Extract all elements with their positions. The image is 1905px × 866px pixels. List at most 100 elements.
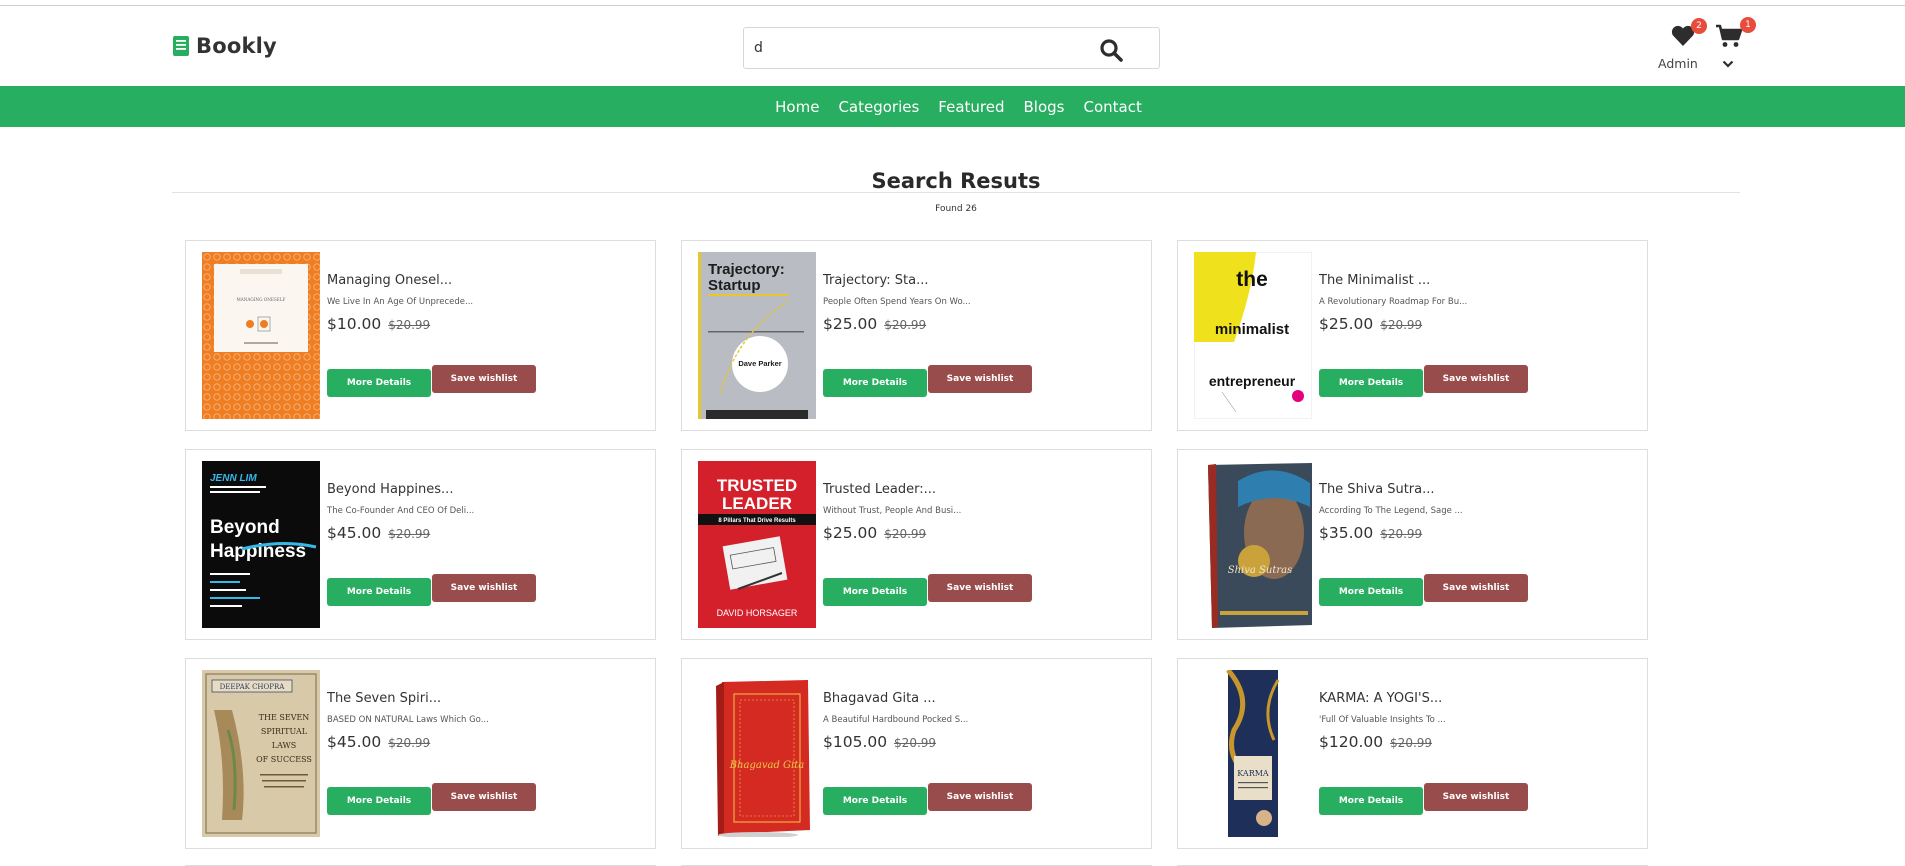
cart-icon[interactable] [1715, 23, 1743, 49]
book-cover[interactable]: TRUSTED LEADER 8 Pillars That Drive Resu… [698, 461, 816, 628]
book-cover[interactable]: the minimalist entrepreneur [1194, 252, 1312, 419]
book-cover[interactable]: JENN LIM Beyond Happiness [202, 461, 320, 628]
book-description: A Beautiful Hardbound Pocked S... [823, 715, 969, 725]
more-details-button[interactable]: More Details [823, 369, 927, 397]
old-price: $20.99 [388, 736, 431, 750]
book-title[interactable]: The Shiva Sutra... [1319, 482, 1639, 497]
nav-categories[interactable]: Categories [838, 98, 919, 116]
nav-home[interactable]: Home [775, 98, 819, 116]
old-price: $20.99 [1380, 318, 1423, 332]
book-price: $10.00 $20.99 [327, 315, 647, 333]
current-price: $120.00 [1319, 733, 1384, 751]
book-cover[interactable]: DEEPAK CHOPRA THE SEVEN SPIRITUAL LAWS O… [202, 670, 320, 837]
more-details-button[interactable]: More Details [823, 578, 927, 606]
old-price: $20.99 [894, 736, 937, 750]
brand-name: Bookly [196, 34, 277, 58]
book-title[interactable]: Bhagavad Gita ... [823, 691, 1143, 706]
save-wishlist-button[interactable]: Save wishlist [928, 365, 1032, 393]
cover-title: entrepreneur [1209, 373, 1296, 389]
cover-title: Startup [708, 277, 761, 294]
book-description: We Live In An Age Of Unprecede... [327, 297, 474, 307]
more-details-button[interactable]: More Details [1319, 369, 1423, 397]
main-nav: Home Categories Featured Blogs Contact [0, 86, 1905, 127]
book-card: DEEPAK CHOPRA THE SEVEN SPIRITUAL LAWS O… [185, 658, 656, 849]
cover-title: the [1236, 268, 1268, 291]
save-wishlist-button[interactable]: Save wishlist [928, 783, 1032, 811]
book-card: JENN LIM Beyond Happiness Beyond Happine… [185, 449, 656, 640]
cover-title: Shiva Sutras [1228, 565, 1292, 576]
nav-contact[interactable]: Contact [1084, 98, 1142, 116]
bhagavad-gita-cover: Bhagavad Gita [698, 670, 816, 837]
book-info: The Minimalist ... A Revolutionary Roadm… [1319, 273, 1639, 333]
cart-count-badge: 1 [1740, 17, 1756, 33]
book-price: $25.00 $20.99 [823, 315, 1143, 333]
cover-title: LAWS [272, 741, 296, 750]
book-card: Shiva Sutras The Shiva Sutra... Accordin… [1177, 449, 1648, 640]
nav-featured[interactable]: Featured [938, 98, 1004, 116]
book-cover[interactable]: KARMA [1194, 670, 1312, 837]
nav-blogs[interactable]: Blogs [1024, 98, 1065, 116]
old-price: $20.99 [1380, 527, 1423, 541]
cover-title: LEADER [722, 494, 792, 513]
book-cover[interactable]: Shiva Sutras [1194, 461, 1312, 628]
book-info: Bhagavad Gita ... A Beautiful Hardbound … [823, 691, 1143, 751]
search-input[interactable] [754, 36, 1094, 60]
book-card: the minimalist entrepreneur The Minimali… [1177, 240, 1648, 431]
save-wishlist-button[interactable]: Save wishlist [928, 574, 1032, 602]
more-details-button[interactable]: More Details [327, 578, 431, 606]
book-cover[interactable]: MANAGING ONESELF [202, 252, 320, 419]
save-wishlist-button[interactable]: Save wishlist [1424, 574, 1528, 602]
book-title[interactable]: The Minimalist ... [1319, 273, 1639, 288]
save-wishlist-button[interactable]: Save wishlist [1424, 365, 1528, 393]
book-card: MANAGING ONESELF Managing Onesel... We L… [185, 240, 656, 431]
karma-cover: KARMA [1194, 670, 1312, 837]
book-title[interactable]: Trusted Leader:... [823, 482, 1143, 497]
cover-title: Beyond [210, 517, 280, 538]
beyond-happiness-cover: JENN LIM Beyond Happiness [202, 461, 320, 628]
current-price: $45.00 [327, 524, 382, 542]
more-details-button[interactable]: More Details [327, 787, 431, 815]
book-description: According To The Legend, Sage ... [1319, 506, 1463, 516]
chevron-down-icon[interactable] [1722, 60, 1734, 68]
brand-logo[interactable]: Bookly [172, 34, 277, 58]
search-icon[interactable] [1099, 38, 1123, 62]
more-details-button[interactable]: More Details [823, 787, 927, 815]
more-details-button[interactable]: More Details [1319, 787, 1423, 815]
book-icon [173, 36, 189, 56]
save-wishlist-button[interactable]: Save wishlist [432, 783, 536, 811]
save-wishlist-button[interactable]: Save wishlist [1424, 783, 1528, 811]
book-cover[interactable]: Trajectory: Startup Dave Parker [698, 252, 816, 419]
save-wishlist-button[interactable]: Save wishlist [432, 365, 536, 393]
cover-title: KARMA [1237, 769, 1269, 778]
save-wishlist-button[interactable]: Save wishlist [432, 574, 536, 602]
book-info: Trajectory: Sta... People Often Spend Ye… [823, 273, 1143, 333]
more-details-button[interactable]: More Details [1319, 578, 1423, 606]
current-price: $45.00 [327, 733, 382, 751]
current-price: $25.00 [823, 524, 878, 542]
managing-oneself-cover: MANAGING ONESELF [202, 252, 320, 419]
cover-subtitle: 8 Pillars That Drive Results [718, 518, 796, 524]
book-cover[interactable]: Bhagavad Gita [698, 670, 816, 837]
book-title[interactable]: Managing Onesel... [327, 273, 647, 288]
book-price: $45.00 $20.99 [327, 524, 647, 542]
book-title[interactable]: KARMA: A YOGI'S... [1319, 691, 1639, 706]
wishlist-count-badge: 2 [1691, 18, 1707, 34]
old-price: $20.99 [884, 527, 927, 541]
old-price: $20.99 [388, 527, 431, 541]
book-price: $45.00 $20.99 [327, 733, 647, 751]
cover-title: Bhagavad Gita [729, 760, 805, 771]
book-title[interactable]: Beyond Happines... [327, 482, 647, 497]
book-info: Beyond Happines... The Co-Founder And CE… [327, 482, 647, 542]
book-description: People Often Spend Years On Wo... [823, 297, 971, 307]
cover-title: TRUSTED [717, 476, 797, 495]
trusted-leader-cover: TRUSTED LEADER 8 Pillars That Drive Resu… [698, 461, 816, 628]
user-name[interactable]: Admin [1658, 56, 1698, 71]
more-details-button[interactable]: More Details [327, 369, 431, 397]
book-card: Bhagavad Gita Bhagavad Gita ... A Beauti… [681, 658, 1152, 849]
book-info: The Seven Spiri... BASED ON NATURAL Laws… [327, 691, 647, 751]
book-price: $25.00 $20.99 [1319, 315, 1639, 333]
book-price: $25.00 $20.99 [823, 524, 1143, 542]
book-title[interactable]: Trajectory: Sta... [823, 273, 1143, 288]
book-title[interactable]: The Seven Spiri... [327, 691, 647, 706]
cover-title: Trajectory: [708, 261, 785, 278]
